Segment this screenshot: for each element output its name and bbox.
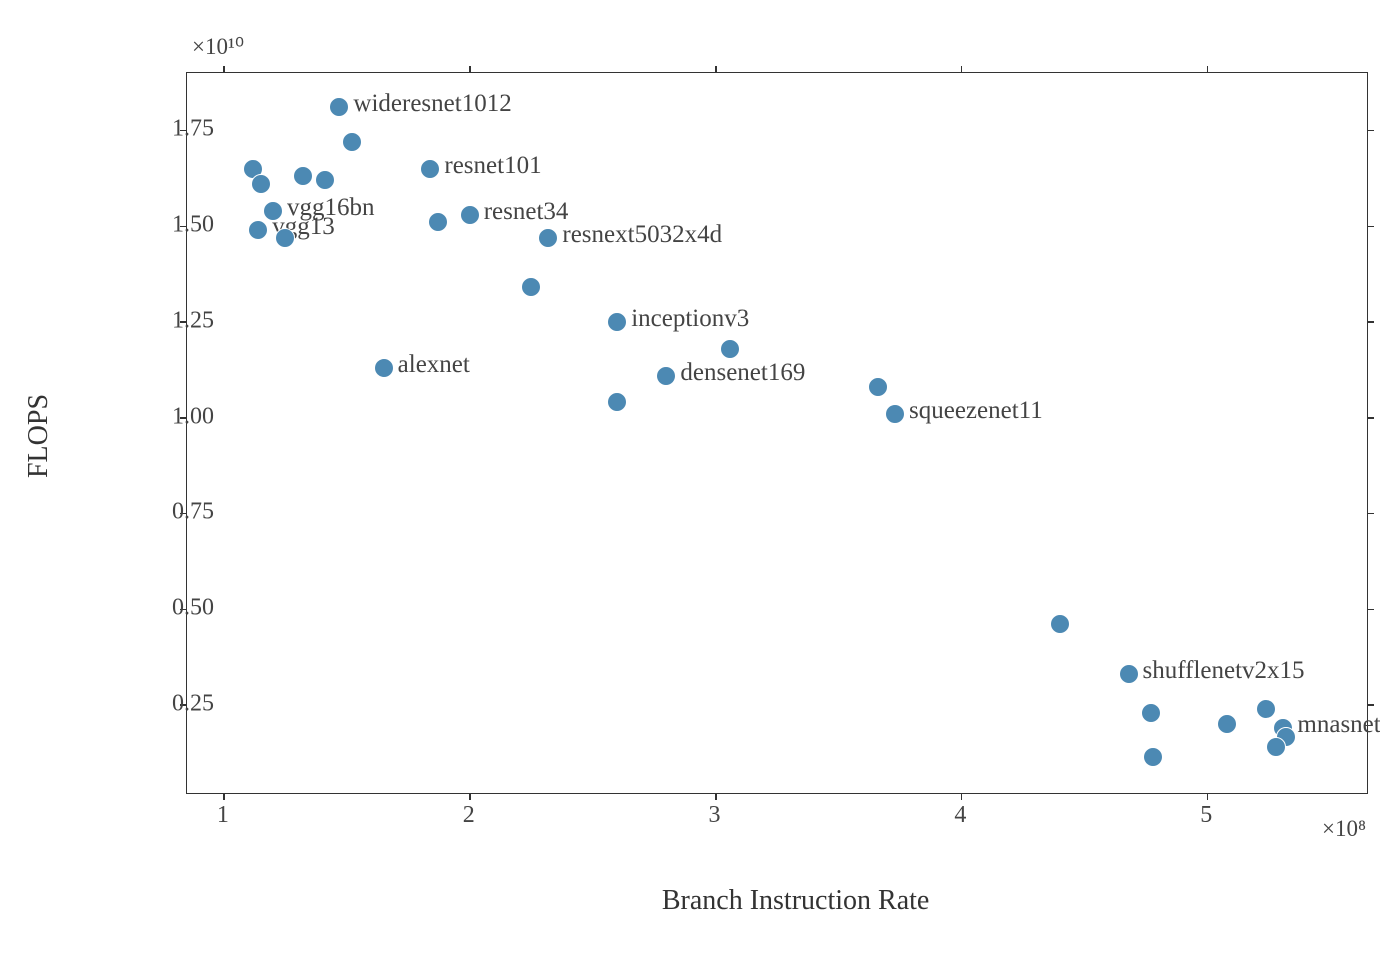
- y-axis-offset-text: ×10¹⁰: [192, 34, 244, 60]
- y-tick-label: 1.00: [172, 403, 214, 430]
- scatter-point: [885, 404, 905, 424]
- y-tick-mark: [1367, 609, 1374, 611]
- x-tick-label: 5: [1200, 802, 1212, 829]
- x-tick-mark: [715, 793, 717, 800]
- point-label: squeezenet11: [909, 397, 1043, 425]
- scatter-point: [868, 377, 888, 397]
- scatter-point: [1119, 664, 1139, 684]
- scatter-point: [428, 212, 448, 232]
- scatter-point: [342, 132, 362, 152]
- scatter-point: [607, 312, 627, 332]
- point-label: inceptionv3: [631, 305, 749, 333]
- scatter-point: [420, 159, 440, 179]
- scatter-point: [460, 205, 480, 225]
- scatter-point: [315, 170, 335, 190]
- x-tick-mark: [961, 66, 963, 73]
- x-tick-mark: [961, 793, 963, 800]
- scatter-point: [1266, 737, 1286, 757]
- point-label: resnet34: [484, 198, 569, 226]
- scatter-point: [1217, 714, 1237, 734]
- x-axis-label: Branch Instruction Rate: [662, 885, 929, 917]
- scatter-point: [374, 358, 394, 378]
- x-axis-offset-text: ×10⁸: [1322, 816, 1366, 842]
- y-tick-mark: [1367, 130, 1374, 132]
- point-label: resnext5032x4d: [562, 221, 722, 249]
- y-tick-label: 1.75: [172, 116, 214, 143]
- x-tick-label: 2: [463, 802, 475, 829]
- y-tick-mark: [1367, 226, 1374, 228]
- scatter-point: [1143, 747, 1163, 767]
- y-tick-label: 0.50: [172, 595, 214, 622]
- y-tick-mark: [1367, 417, 1374, 419]
- x-tick-mark: [469, 793, 471, 800]
- x-tick-mark: [223, 66, 225, 73]
- scatter-point: [521, 277, 541, 297]
- point-label: shufflenetv2x15: [1143, 657, 1305, 685]
- y-tick-mark: [1367, 321, 1374, 323]
- y-tick-label: 1.25: [172, 307, 214, 334]
- point-label: alexnet: [398, 351, 470, 379]
- chart-container: ×10¹⁰ ×10⁸ wideresnet1012resnet101vgg16b…: [20, 20, 1380, 937]
- scatter-point: [1256, 699, 1276, 719]
- point-label: wideresnet1012: [353, 90, 511, 118]
- scatter-point: [248, 220, 268, 240]
- x-tick-mark: [469, 66, 471, 73]
- scatter-point: [720, 339, 740, 359]
- scatter-point: [538, 228, 558, 248]
- x-tick-label: 4: [954, 802, 966, 829]
- y-tick-label: 0.75: [172, 499, 214, 526]
- y-tick-mark: [1367, 704, 1374, 706]
- point-label: resnet101: [444, 152, 541, 180]
- y-tick-label: 1.50: [172, 212, 214, 239]
- y-tick-mark: [1367, 513, 1374, 515]
- x-tick-mark: [223, 793, 225, 800]
- x-tick-label: 3: [709, 802, 721, 829]
- scatter-point: [293, 166, 313, 186]
- scatter-point: [1141, 703, 1161, 723]
- scatter-point: [656, 366, 676, 386]
- plot-area: wideresnet1012resnet101vgg16bnresnet34vg…: [186, 72, 1368, 794]
- scatter-point: [607, 392, 627, 412]
- scatter-point: [251, 174, 271, 194]
- scatter-point: [275, 228, 295, 248]
- x-tick-mark: [1207, 66, 1209, 73]
- point-label: densenet169: [680, 359, 805, 387]
- x-tick-mark: [1207, 793, 1209, 800]
- x-tick-label: 1: [217, 802, 229, 829]
- x-tick-mark: [715, 66, 717, 73]
- scatter-point: [1050, 614, 1070, 634]
- scatter-point: [329, 97, 349, 117]
- point-label: mnasnet10: [1297, 711, 1380, 739]
- y-tick-label: 0.25: [172, 690, 214, 717]
